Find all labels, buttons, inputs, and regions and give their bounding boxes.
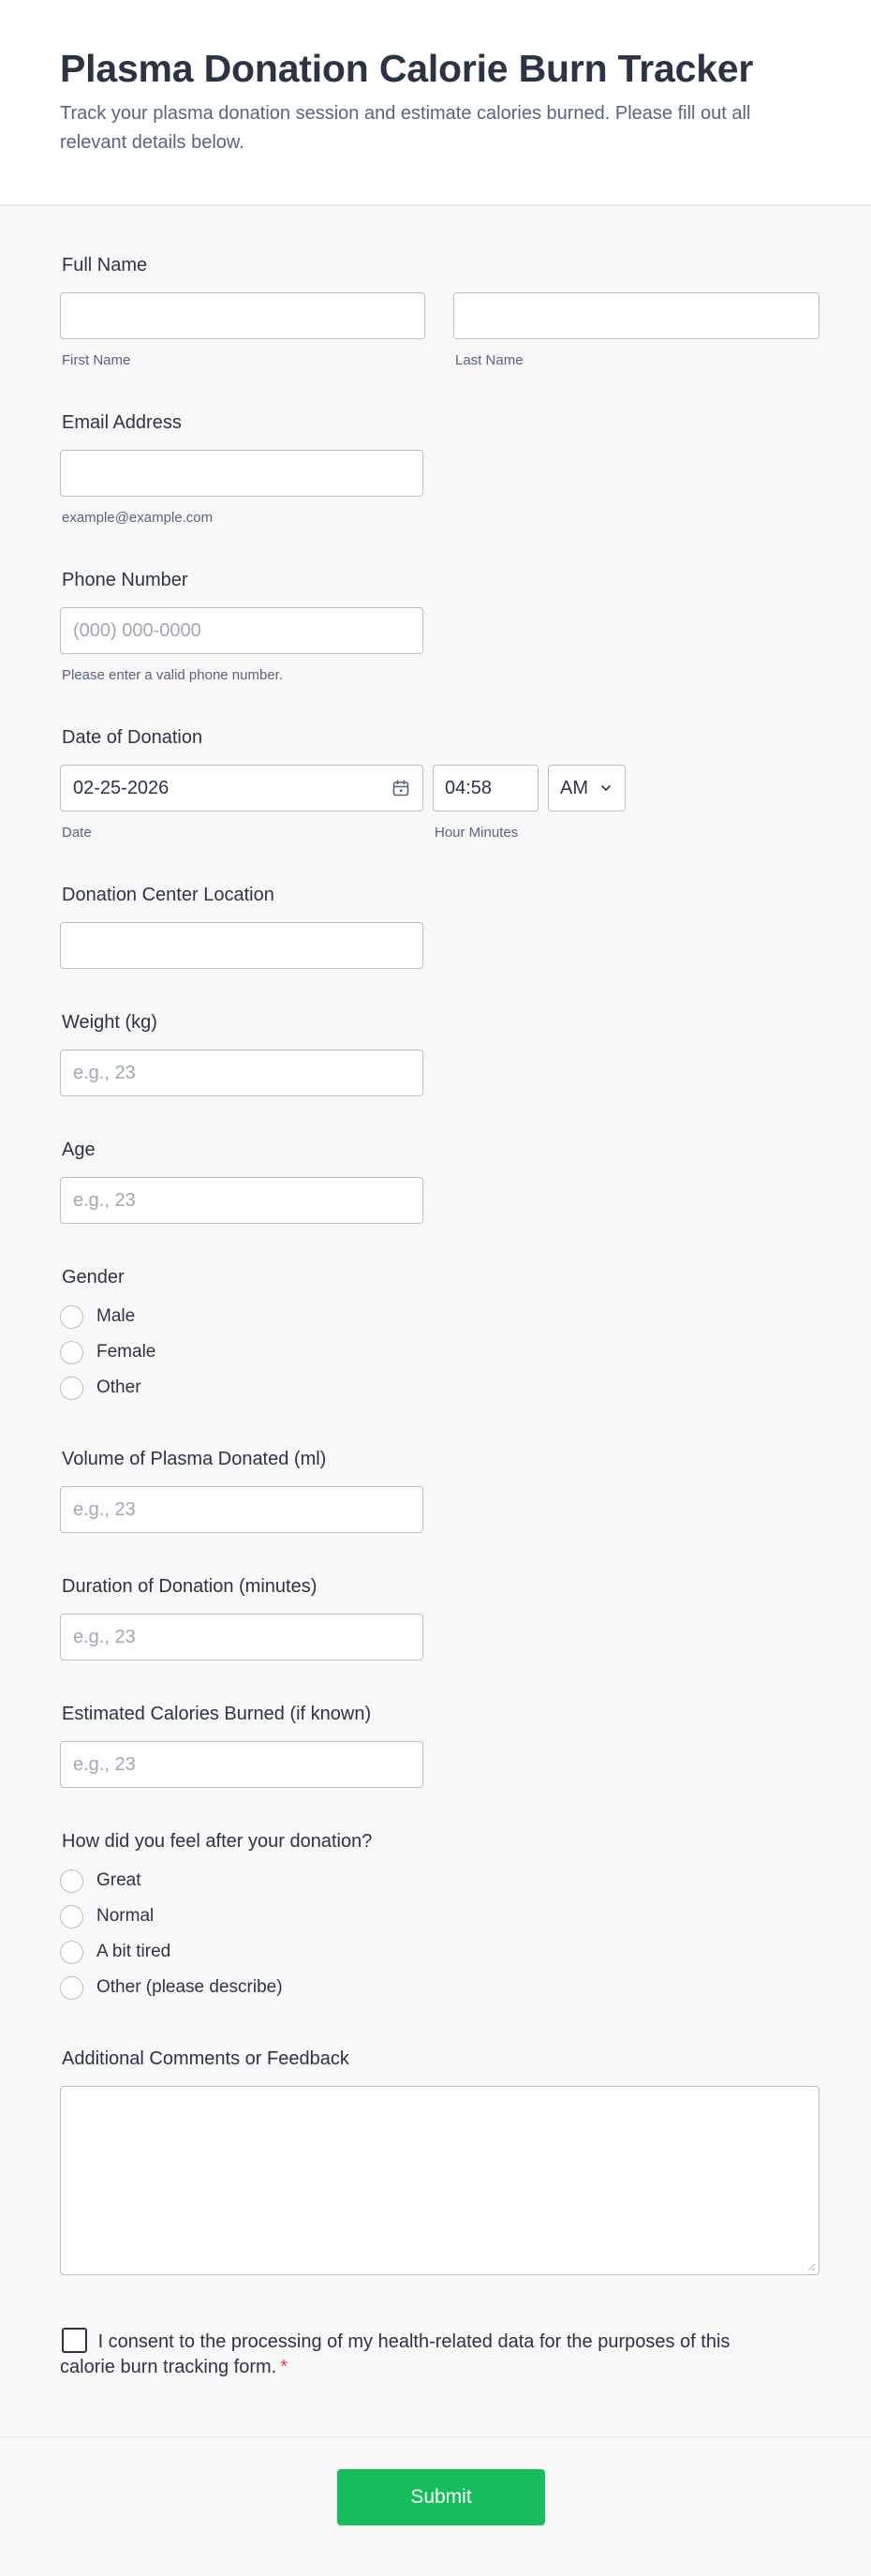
radio-label: Normal (96, 1906, 155, 1926)
phone-sublabel: Please enter a valid phone number. (62, 667, 283, 683)
consent-checkbox[interactable] (62, 2328, 87, 2353)
phone-label: Phone Number (62, 570, 188, 590)
chevron-down-icon (601, 785, 611, 791)
location-input[interactable] (60, 922, 423, 969)
radio-button[interactable] (60, 1940, 83, 1964)
full-name-label: Full Name (62, 255, 148, 275)
volume-input[interactable] (60, 1486, 423, 1533)
submit-button[interactable]: Submit (337, 2469, 545, 2525)
required-asterisk: * (280, 2357, 288, 2377)
calendar-icon[interactable] (391, 779, 410, 797)
date-value: 02-25-2026 (73, 777, 170, 798)
age-label: Age (62, 1139, 96, 1160)
feeling-option-great[interactable]: Great (60, 1869, 141, 1893)
volume-label: Volume of Plasma Donated (ml) (62, 1449, 327, 1469)
email-sublabel: example@example.com (62, 510, 214, 526)
last-name-sublabel: Last Name (455, 352, 524, 368)
time-sublabel: Hour Minutes (435, 825, 519, 841)
gender-option-male[interactable]: Male (60, 1304, 135, 1329)
comments-textarea[interactable] (60, 2086, 819, 2275)
duration-input[interactable] (60, 1614, 423, 1660)
form-header: Plasma Donation Calorie Burn Tracker Tra… (0, 0, 871, 206)
radio-label: Male (96, 1306, 136, 1326)
email-label: Email Address (62, 412, 182, 433)
time-value: 04:58 (445, 777, 493, 798)
radio-label: Female (96, 1342, 156, 1362)
radio-button[interactable] (60, 1904, 83, 1928)
first-name-sublabel: First Name (62, 352, 131, 368)
form-description: Track your plasma donation session and e… (60, 103, 751, 153)
location-label: Donation Center Location (62, 885, 274, 905)
feeling-option-other[interactable]: Other (please describe) (60, 1975, 283, 2000)
last-name-input[interactable] (453, 292, 819, 339)
form-title: Plasma Donation Calorie Burn Tracker (60, 47, 754, 90)
resize-handle-icon[interactable] (806, 2262, 816, 2271)
feeling-option-tired[interactable]: A bit tired (60, 1940, 170, 1964)
weight-input[interactable] (60, 1050, 423, 1096)
time-input[interactable]: 04:58 (433, 765, 539, 812)
date-sublabel: Date (62, 825, 92, 841)
consent-field: I consent to the processing of my health… (60, 2328, 734, 2380)
age-input[interactable] (60, 1177, 423, 1224)
radio-label: Other (96, 1377, 141, 1397)
form-footer: Submit (0, 2436, 871, 2576)
radio-button[interactable] (60, 1975, 83, 2000)
radio-button[interactable] (60, 1376, 83, 1400)
comments-label: Additional Comments or Feedback (62, 2048, 349, 2069)
first-name-input[interactable] (60, 292, 425, 339)
radio-label: A bit tired (96, 1942, 171, 1961)
weight-label: Weight (kg) (62, 1012, 157, 1033)
feeling-option-normal[interactable]: Normal (60, 1904, 154, 1928)
radio-button[interactable] (60, 1304, 83, 1329)
phone-input[interactable] (60, 607, 423, 654)
feeling-label: How did you feel after your donation? (62, 1831, 373, 1852)
donation-date-label: Date of Donation (62, 727, 203, 748)
ampm-value: AM (560, 777, 588, 798)
duration-label: Duration of Donation (minutes) (62, 1576, 317, 1597)
ampm-select[interactable]: AM (548, 765, 626, 812)
radio-label: Great (96, 1870, 141, 1890)
email-input[interactable] (60, 450, 423, 497)
gender-option-other[interactable]: Other (60, 1376, 141, 1400)
date-input[interactable]: 02-25-2026 (60, 765, 423, 812)
radio-label: Other (please describe) (96, 1977, 283, 1997)
radio-button[interactable] (60, 1869, 83, 1893)
gender-label: Gender (62, 1267, 125, 1288)
gender-option-female[interactable]: Female (60, 1340, 155, 1364)
radio-button[interactable] (60, 1340, 83, 1364)
calories-label: Estimated Calories Burned (if known) (62, 1704, 372, 1724)
calories-input[interactable] (60, 1741, 423, 1788)
consent-text: I consent to the processing of my health… (60, 2331, 731, 2377)
